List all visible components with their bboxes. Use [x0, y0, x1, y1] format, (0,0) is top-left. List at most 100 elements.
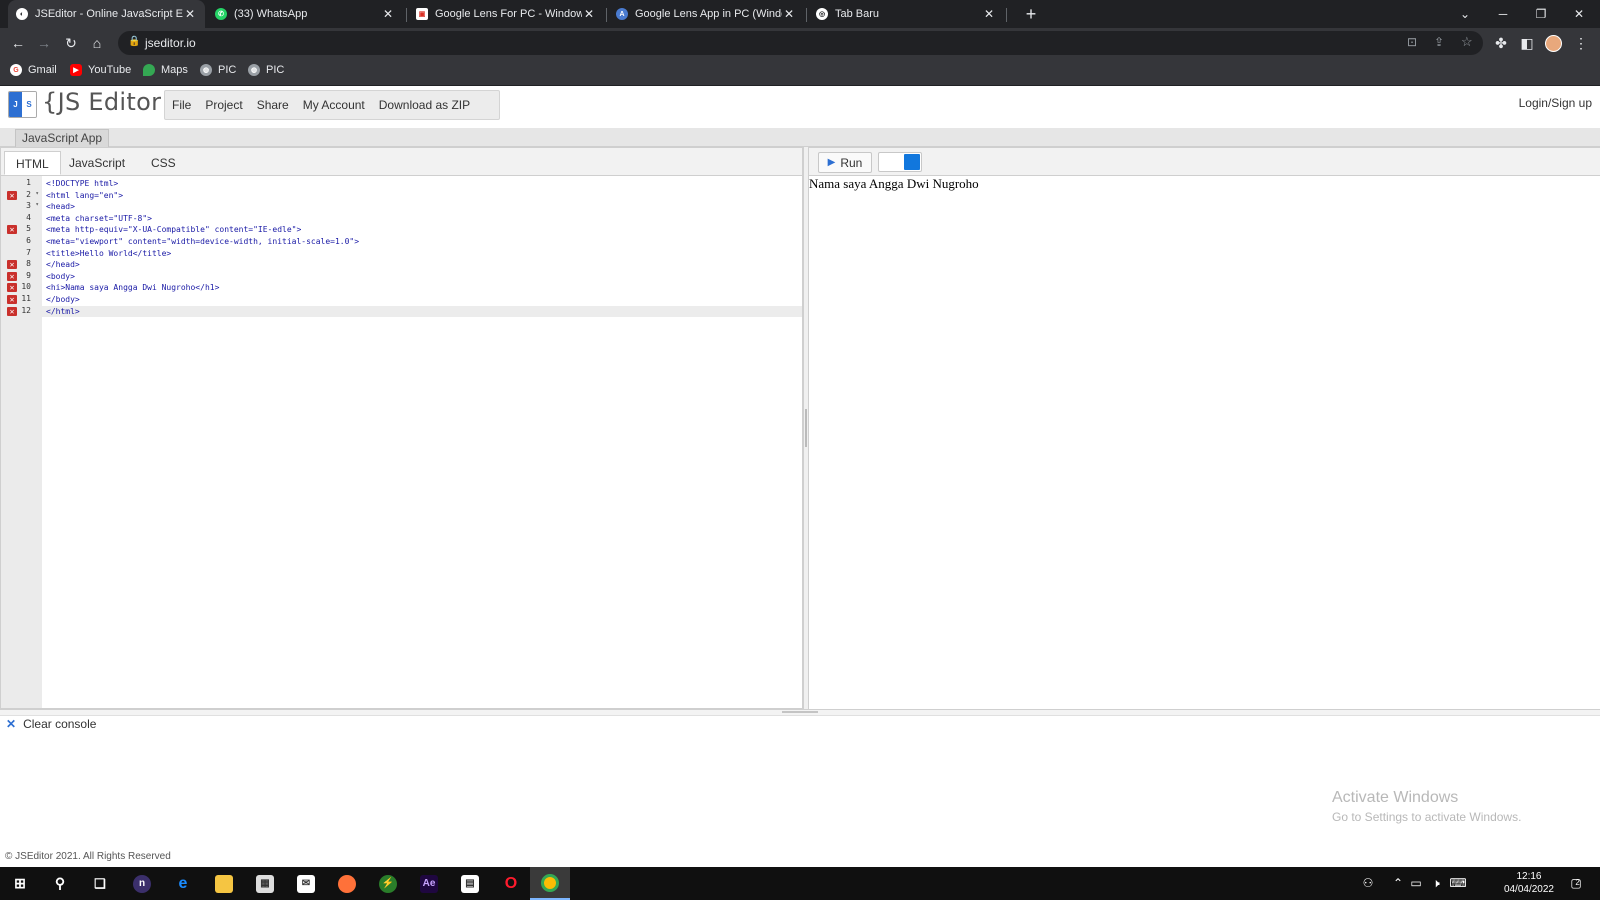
- preview-output-text: Nama saya Angga Dwi Nugroho: [809, 176, 979, 191]
- minimize-icon[interactable]: ─: [1484, 0, 1522, 28]
- close-tab-icon[interactable]: ✕: [982, 7, 996, 21]
- code-line[interactable]: <meta charset="UTF-8">: [46, 213, 152, 225]
- back-arrow-icon[interactable]: ←: [9, 34, 27, 52]
- taskbar-app-explorer[interactable]: [204, 867, 244, 900]
- error-marker-icon[interactable]: ✕: [7, 225, 17, 235]
- volume-icon[interactable]: 🕨: [1428, 876, 1444, 890]
- code-line[interactable]: <title>Hello World</title>: [46, 248, 171, 260]
- tab-jseditor[interactable]: ◐ JSEditor - Online JavaScript Editor ✕: [8, 0, 205, 28]
- error-marker-icon[interactable]: ✕: [7, 283, 17, 293]
- taskbar-app-firefox[interactable]: [327, 867, 367, 900]
- code-line[interactable]: <!DOCTYPE html>: [46, 178, 118, 190]
- restore-icon[interactable]: ❐: [1522, 0, 1560, 28]
- start-button[interactable]: ⊞: [0, 867, 40, 900]
- fold-arrow-icon[interactable]: ▾: [35, 201, 39, 208]
- close-window-icon[interactable]: ✕: [1560, 0, 1598, 28]
- task-view-button[interactable]: ❑: [80, 867, 120, 900]
- run-button[interactable]: ▶ Run: [818, 152, 872, 173]
- code-line[interactable]: </head>: [46, 259, 80, 271]
- resize-grip[interactable]: [805, 409, 807, 447]
- people-icon[interactable]: ⚇: [1360, 876, 1376, 890]
- error-marker-icon[interactable]: ✕: [7, 260, 17, 270]
- resize-grip[interactable]: [782, 711, 818, 713]
- profile-avatar[interactable]: [1545, 35, 1562, 52]
- tab-google-lens-app[interactable]: A Google Lens App in PC (Windows) ✕: [608, 0, 804, 28]
- extensions-puzzle-icon[interactable]: ✤: [1492, 34, 1510, 52]
- taskbar-app-green[interactable]: ⚡: [368, 867, 408, 900]
- login-signup-link[interactable]: Login/Sign up: [1519, 96, 1592, 110]
- taskbar-app-edge[interactable]: e: [163, 867, 203, 900]
- clock-time: 12:16: [1516, 871, 1542, 882]
- translate-icon[interactable]: ⊡: [1407, 35, 1417, 49]
- tab-css[interactable]: CSS: [140, 151, 187, 175]
- close-tab-icon[interactable]: ✕: [183, 7, 197, 21]
- search-button[interactable]: ⚲: [40, 867, 80, 900]
- code-line[interactable]: <hi>Nama saya Angga Dwi Nugroho</h1>: [46, 282, 219, 294]
- menu-file[interactable]: File: [165, 98, 198, 112]
- project-tab[interactable]: JavaScript App: [15, 129, 110, 147]
- taskbar-app-after-effects[interactable]: Ae: [409, 867, 449, 900]
- code-line[interactable]: <html lang="en">: [46, 190, 123, 202]
- notification-center-icon[interactable]: ▢ 2: [1567, 876, 1585, 890]
- clear-console-button[interactable]: ✕ Clear console: [6, 717, 96, 731]
- code-line[interactable]: </html>: [46, 306, 80, 318]
- code-line[interactable]: <body>: [46, 271, 75, 283]
- bookmark-youtube[interactable]: ▶ YouTube: [70, 64, 131, 76]
- tab-google-lens-pc[interactable]: ▣ Google Lens For PC - Windows and Mac ✕: [408, 0, 604, 28]
- tab-whatsapp[interactable]: ✆ (33) WhatsApp ✕: [207, 0, 403, 28]
- play-icon: ▶: [827, 157, 836, 168]
- task-view-icon: ❑: [94, 875, 106, 891]
- tab-search-chevron-icon[interactable]: ⌄: [1446, 0, 1484, 28]
- reload-icon[interactable]: ↻: [62, 34, 80, 52]
- error-marker-icon[interactable]: ✕: [7, 271, 17, 281]
- whatsapp-icon: ✆: [215, 8, 227, 20]
- chevron-up-icon[interactable]: ⌃: [1390, 876, 1406, 890]
- bookmark-gmail[interactable]: G Gmail: [10, 64, 57, 76]
- bookmark-pic-2[interactable]: ◍ PIC: [248, 64, 284, 76]
- chrome-menu-icon[interactable]: ⋮: [1572, 34, 1590, 52]
- menu-share[interactable]: Share: [250, 98, 296, 112]
- code-line[interactable]: <head>: [46, 201, 75, 213]
- tab-html[interactable]: HTML: [4, 151, 61, 175]
- share-icon[interactable]: ⇪: [1434, 35, 1444, 49]
- after-effects-icon: Ae: [420, 874, 438, 893]
- taskbar-app-store[interactable]: ▦: [245, 867, 285, 900]
- close-tab-icon[interactable]: ✕: [381, 7, 395, 21]
- clock[interactable]: 12:16 04/04/2022: [1504, 870, 1554, 896]
- folder-icon: [215, 874, 233, 893]
- taskbar-app-chrome[interactable]: [530, 867, 570, 900]
- menu-download-zip[interactable]: Download as ZIP: [372, 98, 477, 112]
- error-marker-icon[interactable]: ✕: [7, 295, 17, 304]
- taskbar-app-video[interactable]: ▤: [450, 867, 490, 900]
- auto-run-toggle[interactable]: [878, 152, 922, 172]
- fold-arrow-icon[interactable]: ▾: [35, 190, 39, 197]
- network-icon[interactable]: ▭: [1408, 876, 1424, 890]
- bookmark-maps[interactable]: Maps: [143, 64, 188, 76]
- bookmark-pic-1[interactable]: ◍ PIC: [200, 64, 236, 76]
- code-line[interactable]: <meta="viewport" content="width=device-w…: [46, 236, 359, 248]
- code-line-text: <html lang="en">: [46, 190, 124, 200]
- menu-my-account[interactable]: My Account: [296, 98, 372, 112]
- taskbar-app-nox[interactable]: n: [122, 867, 162, 900]
- home-icon[interactable]: ⌂: [88, 34, 106, 52]
- line-number: 7: [26, 247, 31, 257]
- address-bar[interactable]: 🔒 jseditor.io ⊡ ⇪ ☆: [118, 31, 1483, 55]
- close-tab-icon[interactable]: ✕: [782, 7, 796, 21]
- error-marker-icon[interactable]: ✕: [7, 190, 17, 200]
- taskbar-app-opera[interactable]: O: [491, 867, 531, 900]
- code-line[interactable]: </body>: [46, 294, 80, 306]
- bookmark-star-icon[interactable]: ☆: [1461, 34, 1473, 50]
- google-icon: G: [10, 64, 22, 76]
- forward-arrow-icon[interactable]: →: [35, 34, 53, 52]
- new-tab-plus-icon[interactable]: +: [1012, 0, 1050, 28]
- code-area[interactable]: <!DOCTYPE html> <html lang="en"> <head> <me…: [46, 176, 801, 708]
- tab-new-tab[interactable]: ◎ Tab Baru ✕: [808, 0, 1004, 28]
- keyboard-icon[interactable]: ⌨: [1449, 876, 1466, 890]
- side-panel-icon[interactable]: ◧: [1518, 34, 1536, 52]
- close-tab-icon[interactable]: ✕: [582, 7, 596, 21]
- error-marker-icon[interactable]: ✕: [7, 306, 17, 316]
- menu-project[interactable]: Project: [198, 98, 249, 112]
- taskbar-app-mail[interactable]: ✉: [286, 867, 326, 900]
- tab-javascript[interactable]: JavaScript: [58, 151, 136, 175]
- code-line[interactable]: <meta http-equiv="X-UA-Compatible" conte…: [46, 224, 301, 236]
